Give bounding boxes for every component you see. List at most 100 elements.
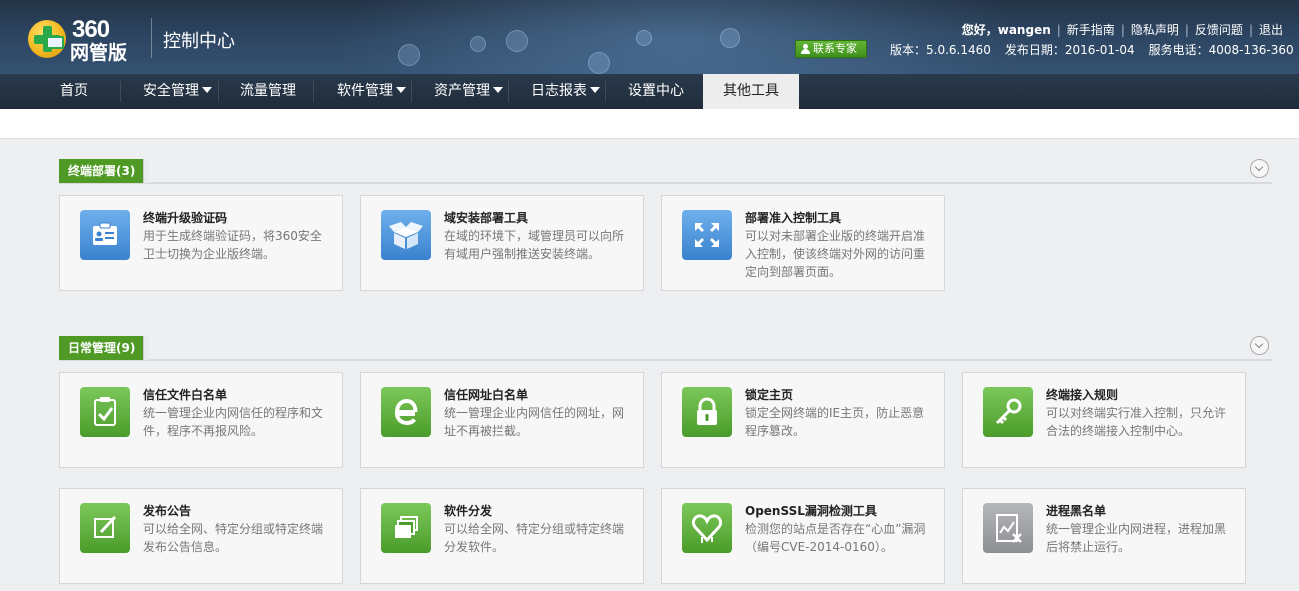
nav-software[interactable]: 软件管理 [337,74,406,109]
card-desc: 统一管理企业内网进程，进程加黑后将禁止运行。 [1046,522,1227,554]
tool-card-lock-homepage[interactable]: 锁定主页 锁定全网终端的IE主页，防止恶意程序篡改。 [661,372,945,468]
tool-card-file-whitelist[interactable]: 信任文件白名单 统一管理企业内网信任的程序和文件，程序不再报风险。 [59,372,343,468]
tool-card-software-distribution[interactable]: 软件分发 可以给全网、特定分组或特定终端分发软件。 [360,488,644,584]
collapse-chevron-icon[interactable] [1250,336,1269,355]
section-header-deploy: 终端部署(3) [59,159,1272,184]
nav-label: 软件管理 [337,83,393,99]
tool-card-process-blacklist[interactable]: 进程黑名单 统一管理企业内网进程，进程加黑后将禁止运行。 [962,488,1246,584]
box-icon [381,210,431,260]
card-title: 信任网址白名单 [444,388,529,402]
nav-security[interactable]: 安全管理 [143,74,212,109]
key-icon [983,387,1033,437]
phone-text: 服务电话：4008-136-360 [1148,43,1294,57]
deco-avatar-icon [588,52,610,74]
nav-separator [508,81,509,102]
nav-other-tools[interactable]: 其他工具 [703,74,799,109]
nav-label: 安全管理 [143,83,199,99]
nav-separator [605,81,606,102]
link-feedback[interactable]: 反馈问题 [1195,23,1243,37]
expand-arrows-icon [682,210,732,260]
header-glow [330,0,1030,74]
card-desc: 可以对未部署企业版的终端开启准入控制，使该终端对外网的访问重定向到部署页面。 [745,229,926,279]
card-title: 发布公告 [143,504,192,518]
nav-label: 设置中心 [628,83,684,99]
card-desc: 统一管理企业内网信任的网址，网址不再被拦截。 [444,406,625,438]
link-separator: | [1056,23,1061,37]
header-banner: 360 网管版 控制中心 您好，wangen | 新手指南 | 隐私声明 | 反馈问题 | 退出… [0,0,1299,74]
card-desc: 可以给全网、特定分组或特定终端分发软件。 [444,522,625,554]
nav-label: 资产管理 [434,83,490,99]
tool-card-domain-deploy[interactable]: 域安装部署工具 在域的环境下，域管理员可以向所有域用户强制推送安装终端。 [360,195,644,291]
nav-label: 其他工具 [723,83,779,99]
nav-label: 首页 [60,83,88,99]
card-title: 域安装部署工具 [444,211,529,225]
card-title: 终端升级验证码 [143,211,228,225]
section-header-daily: 日常管理(9) [59,336,1272,361]
tool-card-access-control[interactable]: 部署准入控制工具 可以对未部署企业版的终端开启准入控制，使该终端对外网的访问重定… [661,195,945,291]
chevron-down-icon [590,87,600,93]
bleeding-heart-icon [682,503,732,553]
logo-screen-icon [46,36,64,49]
stack-icon [381,503,431,553]
card-desc: 可以给全网、特定分组或特定终端发布公告信息。 [143,522,324,554]
top-links: 您好，wangen | 新手指南 | 隐私声明 | 反馈问题 | 退出 [962,21,1283,38]
card-desc: 统一管理企业内网信任的程序和文件，程序不再报风险。 [143,406,324,438]
collapse-chevron-icon[interactable] [1250,159,1269,178]
deco-avatar-icon [636,30,652,46]
nav-label: 日志报表 [531,83,587,99]
link-beginner-guide[interactable]: 新手指南 [1067,23,1115,37]
link-separator: | [1248,23,1253,37]
chevron-down-icon [202,87,212,93]
section-title: 日常管理(9) [59,336,150,360]
tool-card-openssl-check[interactable]: OpenSSL漏洞检测工具 检测您的站点是否存在“心血”漏洞（编号CVE-201… [661,488,945,584]
deco-avatar-icon [470,36,486,52]
tool-card-access-rules[interactable]: 终端接入规则 可以对终端实行准入控制，只允许合法的终端接入控制中心。 [962,372,1246,468]
deco-avatar-icon [720,28,740,48]
nav-home[interactable]: 首页 [60,74,88,109]
tool-card-url-whitelist[interactable]: 信任网址白名单 统一管理企业内网信任的网址，网址不再被拦截。 [360,372,644,468]
nav-separator [218,81,219,102]
nav-traffic[interactable]: 流量管理 [240,74,296,109]
edit-icon [80,503,130,553]
app-title: 控制中心 [163,31,235,52]
lock-icon [682,387,732,437]
nav-assets[interactable]: 资产管理 [434,74,503,109]
deco-avatar-icon [506,30,528,52]
chevron-down-icon [493,87,503,93]
header-divider [151,18,152,58]
card-title: 锁定主页 [745,388,794,402]
greeting: 您好，wangen [961,23,1051,37]
nav-separator [411,81,412,102]
blocked-process-icon [983,503,1033,553]
link-logout[interactable]: 退出 [1259,23,1283,37]
contact-expert-button[interactable]: 联系专家 [795,40,867,58]
card-desc: 可以对终端实行准入控制，只允许合法的终端接入控制中心。 [1046,406,1227,438]
nav-log-reports[interactable]: 日志报表 [531,74,600,109]
ie-icon [381,387,431,437]
nav-label: 流量管理 [240,83,296,99]
sub-bar [0,109,1299,139]
section-title: 终端部署(3) [59,159,150,183]
id-card-icon [80,210,130,260]
tool-card-upgrade-code[interactable]: 终端升级验证码 用于生成终端验证码，将360安全卫士切换为企业版终端。 [59,195,343,291]
link-privacy[interactable]: 隐私声明 [1131,23,1179,37]
info-line: 版本：5.0.6.1460 发布日期：2016-01-04 服务电话：4008-13… [890,41,1294,58]
logo-name: 网管版 [70,42,128,64]
release-date-text: 发布日期：2016-01-04 [1004,43,1135,57]
logo: 360 网管版 [28,16,140,64]
clipboard-check-icon [80,387,130,437]
card-title: 终端接入规则 [1046,388,1119,402]
main-nav: 首页 安全管理 流量管理 软件管理 资产管理 日志报表 设置中心 其他工具 [0,74,1299,109]
person-icon [801,44,810,54]
tool-card-announcement[interactable]: 发布公告 可以给全网、特定分组或特定终端发布公告信息。 [59,488,343,584]
nav-separator [120,81,121,102]
card-desc: 在域的环境下，域管理员可以向所有域用户强制推送安装终端。 [444,229,625,261]
card-title: 部署准入控制工具 [745,211,842,225]
nav-separator [313,81,314,102]
link-separator: | [1184,23,1189,37]
nav-settings[interactable]: 设置中心 [628,74,684,109]
card-desc: 用于生成终端验证码，将360安全卫士切换为企业版终端。 [143,229,322,261]
card-desc: 检测您的站点是否存在“心血”漏洞（编号CVE-2014-0160）。 [745,522,926,554]
deco-avatar-icon [398,44,420,66]
contact-expert-label: 联系专家 [813,42,857,55]
